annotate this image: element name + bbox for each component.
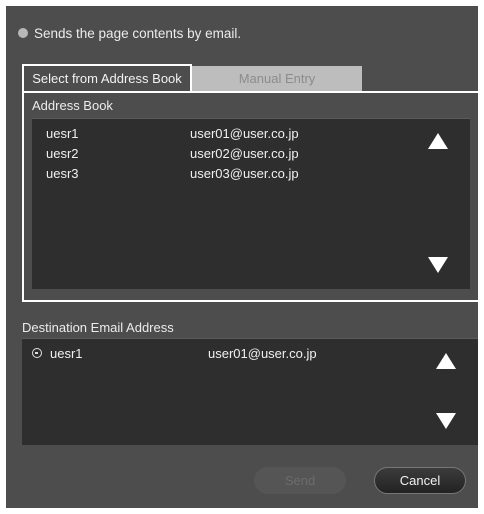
info-message: Sends the page contents by email. (18, 24, 241, 42)
contact-name: uesr1 (50, 345, 83, 361)
contact-email: user01@user.co.jp (190, 125, 299, 141)
email-dialog: Sends the page contents by email. Select… (6, 6, 480, 508)
destination-scroll-down-icon[interactable] (436, 413, 456, 429)
destination-label: Destination Email Address (22, 320, 174, 335)
contact-name: uesr1 (46, 125, 79, 141)
tab-select-from-address-book[interactable]: Select from Address Book (22, 64, 192, 91)
tab-manual-entry[interactable]: Manual Entry (192, 66, 362, 91)
remove-minus-icon[interactable] (32, 348, 42, 358)
send-button[interactable]: Send (254, 467, 346, 494)
contact-email: user01@user.co.jp (208, 345, 317, 361)
cancel-button[interactable]: Cancel (374, 467, 466, 494)
contact-email: user03@user.co.jp (190, 165, 299, 181)
address-scroll-down-icon[interactable] (428, 257, 448, 273)
address-book-label: Address Book (32, 98, 113, 113)
contact-name: uesr3 (46, 165, 79, 181)
destination-list[interactable]: uesr1 user01@user.co.jp (22, 338, 478, 445)
contact-email: user02@user.co.jp (190, 145, 299, 161)
bullet-dot-icon (18, 28, 28, 38)
address-scroll-up-icon[interactable] (428, 133, 448, 149)
address-book-panel: Address Book uesr1 user01@user.co.jp ues… (22, 91, 480, 302)
contact-name: uesr2 (46, 145, 79, 161)
destination-scroll-up-icon[interactable] (436, 353, 456, 369)
list-item[interactable]: uesr1 user01@user.co.jp (22, 343, 422, 363)
address-book-list[interactable]: uesr1 user01@user.co.jp uesr2 user02@use… (32, 118, 470, 289)
info-text: Sends the page contents by email. (34, 25, 242, 41)
